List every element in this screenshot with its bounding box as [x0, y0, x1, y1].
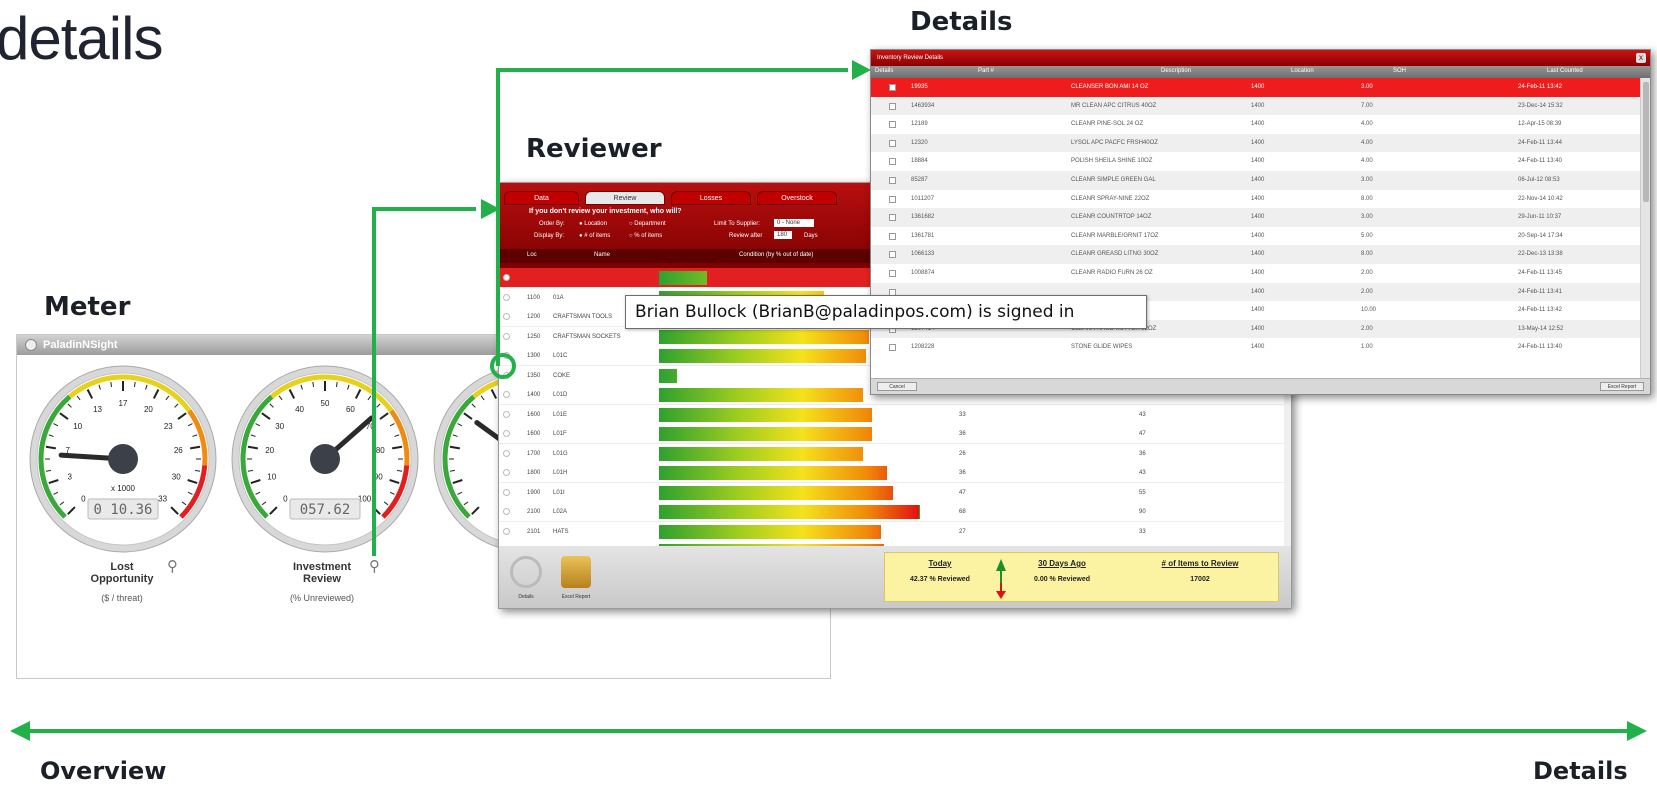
- reviewer-to-details-arrow: [496, 68, 848, 366]
- meter-to-reviewer-arrow: [372, 207, 476, 556]
- highlight-circle: [490, 353, 516, 379]
- connector-arrows: [10, 60, 1647, 741]
